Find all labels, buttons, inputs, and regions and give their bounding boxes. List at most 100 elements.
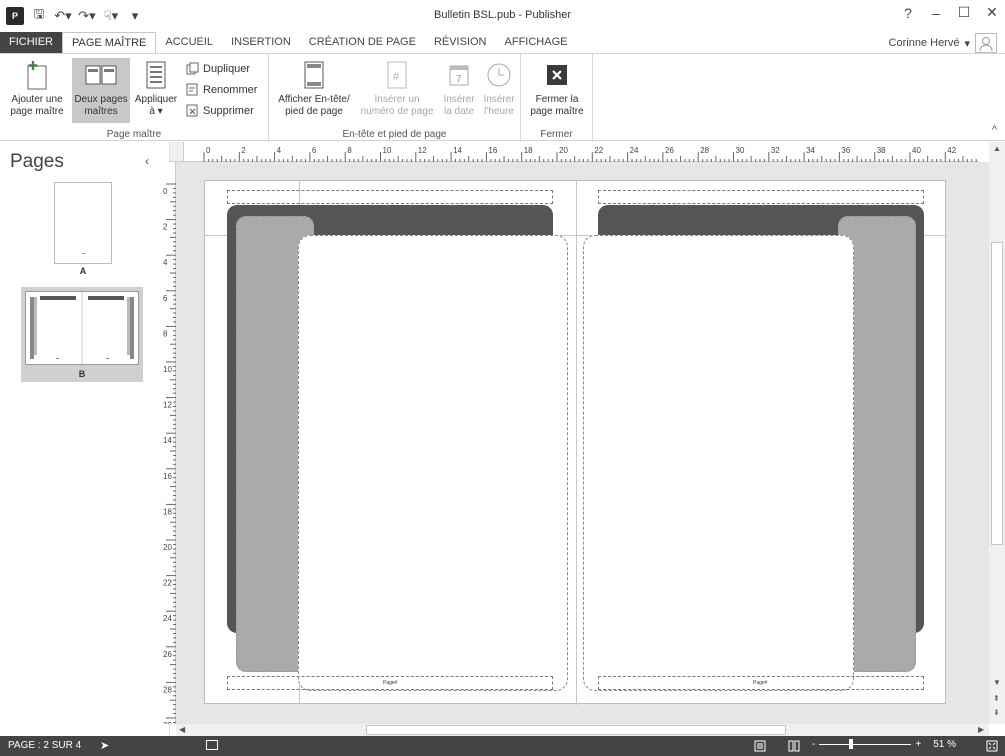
page-indicator[interactable]: PAGE : 2 SUR 4 xyxy=(8,740,81,751)
ruler-label: 32 xyxy=(771,146,780,155)
two-master-pages-button[interactable]: Deux pages maîtres xyxy=(72,58,130,123)
close-master-page-button[interactable]: Fermer la page maître xyxy=(525,58,589,118)
header-box-right[interactable] xyxy=(598,190,924,204)
ruler-label: 4 xyxy=(277,146,282,155)
scroll-down-icon[interactable]: ▼ xyxy=(993,678,1001,687)
user-account[interactable]: Corinne Hervé ▾ xyxy=(889,33,997,53)
duplicate-button[interactable]: Dupliquer xyxy=(186,62,250,75)
user-dropdown-icon: ▾ xyxy=(964,37,970,50)
vertical-scroll-thumb[interactable] xyxy=(991,242,1003,545)
group-header-footer: Afficher En-tête/ pied de page # Insérer… xyxy=(269,54,521,142)
collapse-ribbon-icon[interactable]: ^ xyxy=(992,124,997,136)
svg-text:#: # xyxy=(393,71,400,83)
ribbon: Ajouter une page maître Deux pages maîtr… xyxy=(0,53,1005,142)
ruler-label: 26 xyxy=(665,146,674,155)
zoom-in-button[interactable]: + xyxy=(915,739,921,750)
show-header-footer-button[interactable]: Afficher En-tête/ pied de page xyxy=(273,58,355,118)
ruler-label: 0 xyxy=(206,146,211,155)
insert-page-number-button[interactable]: # Insérer un numéro de page xyxy=(357,58,437,118)
zoom-level[interactable]: 51 % xyxy=(933,739,956,750)
zoom-slider[interactable] xyxy=(819,739,912,749)
scroll-left-icon[interactable]: ◀ xyxy=(179,725,185,734)
two-pages-icon xyxy=(72,58,130,92)
apply-to-button[interactable]: Appliquer à ▾ xyxy=(132,58,180,118)
tab-creation-de-page[interactable]: CRÉATION DE PAGE xyxy=(300,32,425,54)
zoom-slider-knob[interactable] xyxy=(849,739,854,749)
rename-button[interactable]: Renommer xyxy=(186,83,257,96)
insert-date-button[interactable]: 7 Insérer la date xyxy=(439,58,479,118)
minimize-button[interactable]: – xyxy=(929,5,943,21)
single-page-view-icon[interactable] xyxy=(754,740,766,752)
fit-page-icon[interactable] xyxy=(986,740,998,752)
maximize-button[interactable]: ☐ xyxy=(957,4,971,21)
insert-date-label-2: la date xyxy=(443,106,475,117)
add-page-icon xyxy=(4,58,70,92)
help-button[interactable]: ? xyxy=(901,5,915,21)
calendar-icon: 7 xyxy=(439,58,479,92)
scroll-right-icon[interactable]: ▶ xyxy=(978,725,984,734)
horizontal-scrollbar[interactable]: ◀ ▶ xyxy=(176,724,989,736)
header-box-left[interactable] xyxy=(227,190,553,204)
close-master-icon xyxy=(525,58,589,92)
insert-page-number-label-1: Insérer un xyxy=(374,94,420,105)
scroll-up-icon[interactable]: ▲ xyxy=(993,144,1001,153)
tab-insertion[interactable]: INSERTION xyxy=(222,32,300,54)
tab-revision[interactable]: RÉVISION xyxy=(425,32,496,54)
page-thumbnail-a[interactable] xyxy=(54,182,112,264)
page-thumbnail-b[interactable]: B xyxy=(21,287,143,382)
tab-accueil[interactable]: ACCUEIL xyxy=(156,32,222,54)
vertical-scrollbar[interactable]: ▲ ▼ ⇞ ⇟ xyxy=(989,142,1005,724)
tab-affichage[interactable]: AFFICHAGE xyxy=(496,32,577,54)
content-panel-right[interactable] xyxy=(583,235,854,691)
clock-icon xyxy=(479,58,519,92)
ruler-label: 14 xyxy=(453,146,462,155)
two-page-view-icon[interactable] xyxy=(788,740,800,752)
show-header-footer-label-2: pied de page xyxy=(285,106,343,117)
pages-title: Pages xyxy=(10,151,64,172)
delete-icon xyxy=(186,104,198,117)
collapse-pane-icon[interactable]: ‹ xyxy=(145,154,149,168)
add-master-page-button[interactable]: Ajouter une page maître xyxy=(4,58,70,118)
group-page-maitre: Ajouter une page maître Deux pages maîtr… xyxy=(0,54,269,142)
zoom-control: - + 51 % xyxy=(812,739,956,750)
horizontal-scroll-thumb[interactable] xyxy=(366,725,786,735)
ruler-label: 16 xyxy=(488,146,497,155)
page-number-field-right[interactable]: Page# xyxy=(753,680,767,686)
two-master-pages-label-1: Deux pages xyxy=(74,94,128,105)
close-button[interactable]: ✕ xyxy=(985,4,999,21)
apply-to-label-1: Appliquer xyxy=(134,94,178,105)
ruler-label: 40 xyxy=(912,146,921,155)
zoom-out-button[interactable]: - xyxy=(812,739,815,750)
duplicate-label: Dupliquer xyxy=(203,62,251,75)
page-spread[interactable]: Page# Page# xyxy=(204,180,947,705)
canvas-workspace[interactable]: Page# Page# xyxy=(176,162,989,724)
window-controls: ? – ☐ ✕ xyxy=(901,4,999,21)
page-number-icon: # xyxy=(357,58,437,92)
ruler-label: 6 xyxy=(163,294,168,303)
page-number-field-left[interactable]: Page# xyxy=(383,680,397,686)
ruler-label: 8 xyxy=(347,146,352,155)
ruler-label: 38 xyxy=(877,146,886,155)
thumb-label-a: A xyxy=(79,266,87,276)
rename-icon xyxy=(186,83,198,96)
vertical-ruler[interactable]: 024681012141618202224262830 xyxy=(162,162,176,724)
horizontal-ruler[interactable]: 0246810121416182022242628303234363840424… xyxy=(184,142,979,162)
apply-to-label-2: à ▾ xyxy=(149,106,163,117)
content-panel-left[interactable] xyxy=(298,235,568,691)
delete-button[interactable]: Supprimer xyxy=(186,104,254,117)
ruler-h-ticks: 0246810121416182022242628303234363840424… xyxy=(203,146,977,162)
cursor-position-icon: ➤ xyxy=(100,740,110,752)
ruler-label: 10 xyxy=(163,365,172,374)
thumb-page-number xyxy=(82,253,85,254)
insert-time-button[interactable]: Insérer l'heure xyxy=(479,58,519,118)
tab-page-maitre[interactable]: PAGE MAÎTRE xyxy=(62,32,157,54)
group-header-footer-label: En-tête et pied de page xyxy=(342,129,447,140)
ruler-label: 22 xyxy=(163,579,172,588)
tab-fichier[interactable]: FICHIER xyxy=(0,32,62,54)
two-master-pages-label-2: maîtres xyxy=(84,106,118,117)
previous-page-icon[interactable]: ⇞ xyxy=(993,694,1000,703)
ruler-label: 28 xyxy=(163,685,172,694)
next-page-icon[interactable]: ⇟ xyxy=(993,708,1000,717)
group-close: Fermer la page maître Fermer xyxy=(521,54,593,142)
ruler-label: 42 xyxy=(947,146,956,155)
